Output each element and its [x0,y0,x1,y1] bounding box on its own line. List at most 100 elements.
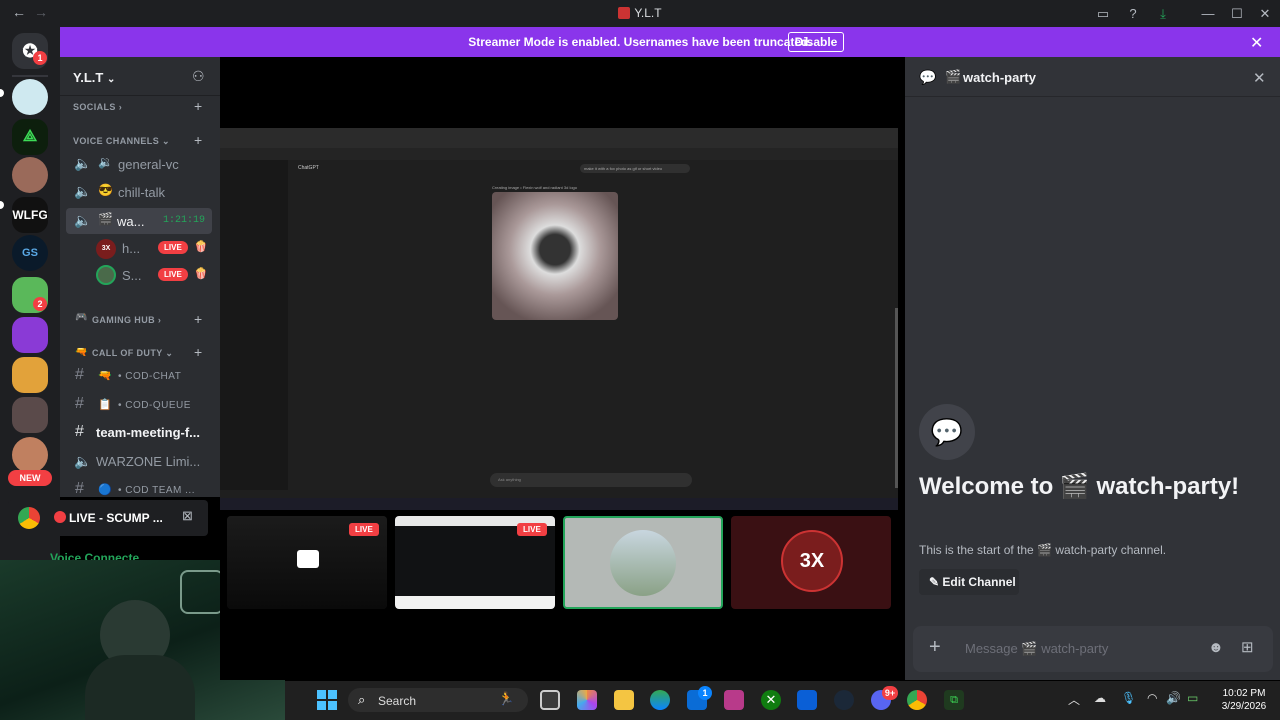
stream-tile[interactable]: 3X [731,516,891,609]
app-icon[interactable]: ⧉ [944,690,964,710]
microphone-icon[interactable]: 🎙 [1121,691,1136,705]
add-channel-icon[interactable]: + [194,98,202,114]
help-icon[interactable]: ? [1124,5,1142,23]
pip-window-header[interactable]: LIVE - SCUMP ... ⊠ [8,500,208,536]
app-icon[interactable] [724,690,744,710]
add-member-icon[interactable]: ⚇ [192,68,205,85]
gun-icon: 🔫 [75,347,88,358]
speaker-icon: 🔈 [74,155,92,171]
new-badge: NEW [8,470,52,486]
category-call-of-duty[interactable]: CALL OF DUTY ⌄ [92,348,173,359]
person-body [85,655,195,720]
server-gs[interactable]: GS [12,235,48,271]
live-badge: LIVE [349,523,379,536]
gamepad-icon: 🎮 [75,312,88,323]
divider [60,95,220,96]
server-avatar[interactable] [12,357,48,393]
search-icon: ⌕ [358,692,366,707]
search-label: Search [378,694,417,708]
server-avatar[interactable] [12,79,48,115]
steam-icon[interactable] [834,690,854,710]
screen-share-icon [297,550,319,568]
scrollbar[interactable] [895,308,898,488]
server-avatar[interactable] [12,397,48,433]
close-window-icon[interactable]: ✕ [1256,5,1274,23]
banner-message: Streamer Mode is enabled. Usernames have… [468,35,812,49]
xbox-icon[interactable]: ✕ [761,690,781,710]
browser-url-bar [220,148,898,160]
server-avatar[interactable] [12,317,48,353]
live-badge: LIVE [517,523,547,536]
title-bar: ← → Y.L.T ▭ ? ⤓ — ☐ ✕ [0,0,1280,27]
chat-input: Ask anything [490,473,692,487]
apps-icon[interactable]: ⊞ [1241,638,1254,656]
add-attachment-icon[interactable]: + [929,636,941,659]
server-name[interactable]: Y.L.T ⌄ [73,70,115,85]
stream-tile-selected[interactable] [563,516,723,609]
voice-user[interactable]: h... [122,241,140,256]
discord-badge: 9+ [882,686,898,700]
hash-icon: # [75,480,84,497]
windows-start-icon[interactable] [317,690,337,710]
close-icon[interactable]: ✕ [1250,33,1263,53]
inbox-icon[interactable]: ▭ [1094,5,1112,23]
server-avatar[interactable] [12,437,48,473]
voice-channel-watch-party[interactable]: wa... [117,214,144,229]
text-channel-cod-chat[interactable]: • COD-CHAT [118,371,181,382]
message-placeholder: Message 🎬 watch-party [965,641,1109,656]
globe-icon: 🔵 [98,484,112,496]
volume-icon[interactable]: 🔊 [1166,691,1181,705]
clapper-icon: 🎬 [98,212,113,226]
message-box[interactable]: + Message 🎬 watch-party ☻ ⊞ [913,626,1273,672]
stream-tile[interactable]: LIVE [395,516,555,609]
category-gaming-hub[interactable]: GAMING HUB › [92,315,161,325]
server-wlfg[interactable]: WLFG [12,197,48,233]
add-channel-icon[interactable]: + [194,344,202,360]
popcorn-icon: 🍿 [194,268,208,280]
text-channel-cod-queue[interactable]: • COD-QUEUE [118,400,191,411]
outlook-icon[interactable] [797,690,817,710]
emoji-icon[interactable]: ☻ [1208,639,1224,656]
maximize-icon[interactable]: ☐ [1228,5,1246,23]
stream-tile[interactable]: LIVE [227,516,387,609]
edge-icon[interactable] [650,690,670,710]
voice-channel-chill-talk[interactable]: chill-talk [118,185,165,200]
text-channel-team-meeting[interactable]: team-meeting-f... [96,425,200,440]
edit-channel-button[interactable]: ✎ Edit Channel [919,569,1019,595]
add-channel-icon[interactable]: + [194,311,202,327]
add-channel-icon[interactable]: + [194,132,202,148]
server-badge: 2 [33,297,47,311]
wifi-icon[interactable]: ◠ [1147,691,1157,705]
text-channel-cod-team[interactable]: • COD TEAM ... [118,485,195,496]
live-badge: LIVE [158,241,188,254]
battery-icon[interactable]: ▭ [1187,691,1198,705]
clapper-icon: 🎬 [1059,473,1090,500]
voice-channel-warzone[interactable]: WARZONE Limi... [96,454,200,469]
close-pip-icon[interactable]: ⊠ [182,508,193,524]
file-explorer-icon[interactable] [614,690,634,710]
chevron-up-icon[interactable]: ︿ [1068,691,1080,708]
minimize-icon[interactable]: — [1199,5,1217,23]
server-triangle[interactable]: ⟁ [12,119,48,155]
category-voice[interactable]: VOICE CHANNELS ⌄ [73,136,170,147]
voice-user[interactable]: S... [122,268,142,283]
clock[interactable]: 10:02 PM 3/29/2026 [1215,688,1273,712]
close-panel-icon[interactable]: ✕ [1253,69,1266,87]
chrome-icon[interactable] [907,690,927,710]
speaker-icon: 🔈 [74,453,92,469]
copilot-icon[interactable] [577,690,597,710]
cloud-icon[interactable]: ☁ [1094,691,1106,705]
hash-icon: # [75,423,84,440]
browser-tabs [220,128,898,148]
task-view-icon[interactable] [540,690,560,710]
category-socials[interactable]: SOCIALS › [73,102,122,112]
streamer-mode-banner: Streamer Mode is enabled. Usernames have… [60,27,1280,57]
shared-screen[interactable]: ChatGPT make it with a fox photo as gif … [220,128,898,510]
popcorn-icon: 🍿 [194,241,208,253]
download-icon[interactable]: ⤓ [1154,5,1172,23]
hash-icon: # [75,366,84,383]
voice-channel-general-vc[interactable]: general-vc [118,157,179,172]
server-avatar[interactable] [12,157,48,193]
taskbar-search[interactable]: ⌕ Search 🏃 [348,688,528,712]
disable-button[interactable]: Disable [788,32,844,52]
